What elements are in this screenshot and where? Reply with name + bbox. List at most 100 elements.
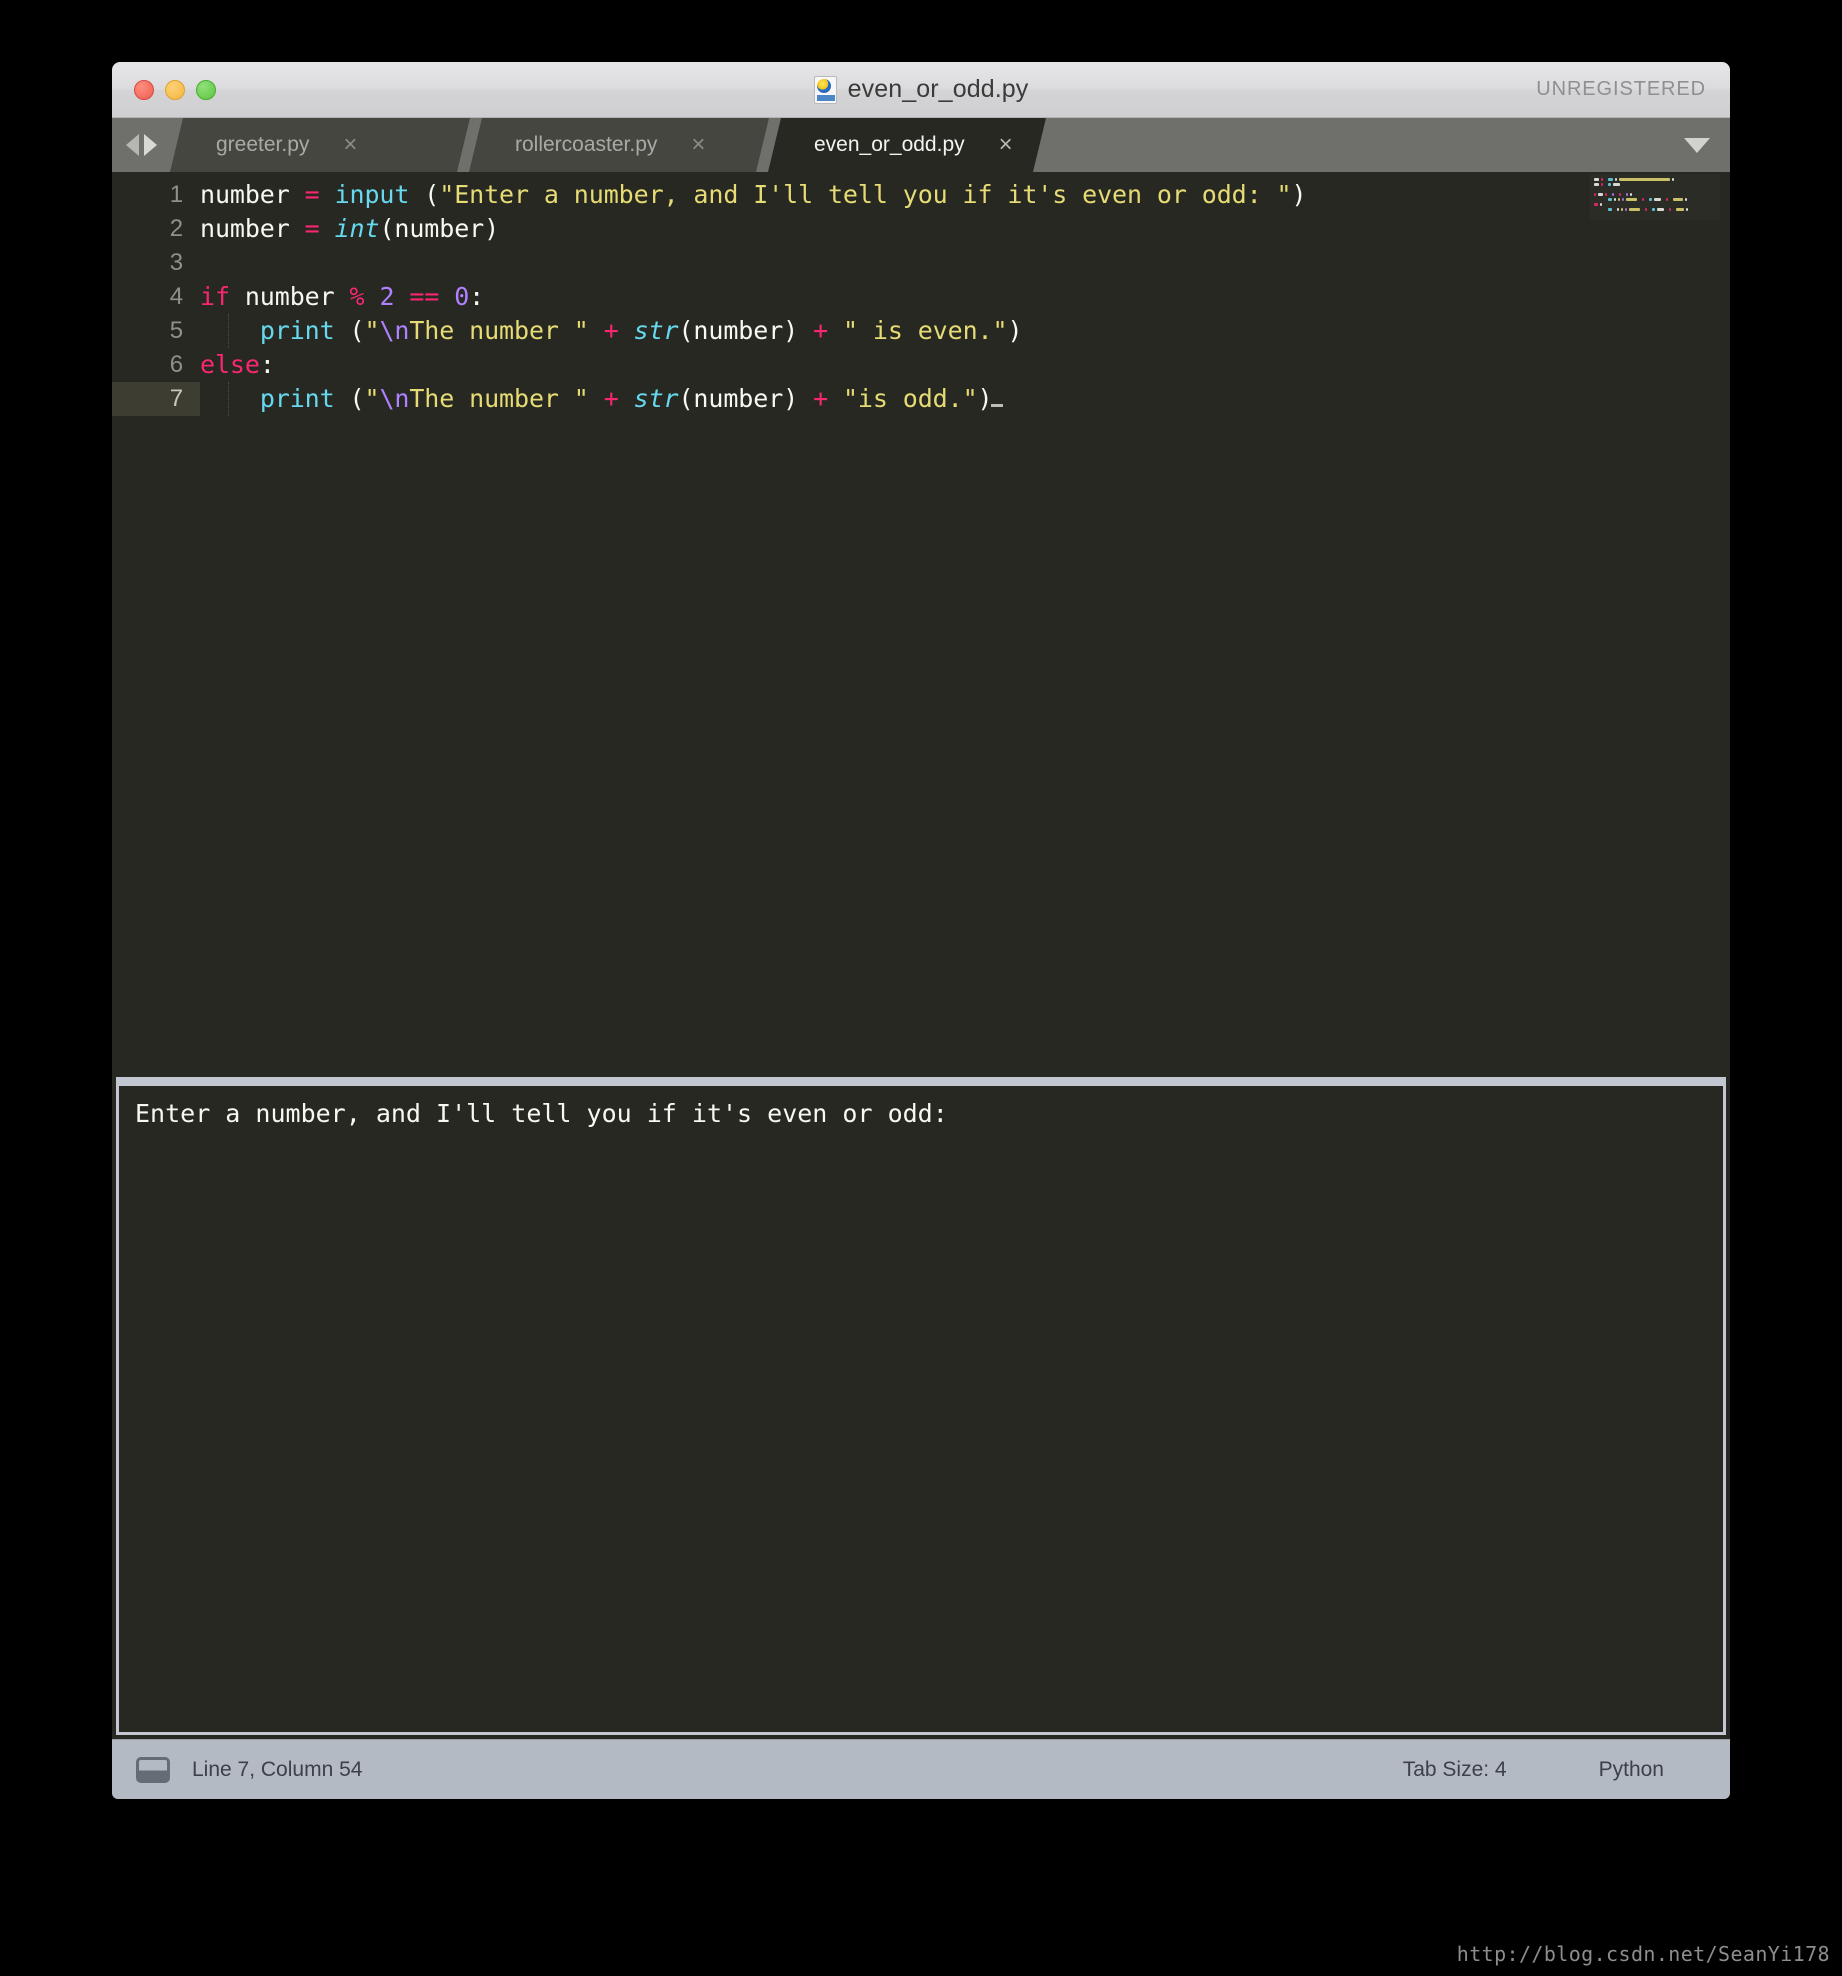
code-token: 2 xyxy=(379,282,395,311)
next-tab-arrow-icon[interactable] xyxy=(143,134,157,156)
tab-even-or-odd-py[interactable]: even_or_odd.py × xyxy=(768,118,1046,172)
previous-tab-arrow-icon[interactable] xyxy=(125,134,139,156)
tab-overflow-menu-button[interactable] xyxy=(1664,118,1730,172)
code-line[interactable]: 5 print ("\nThe number " + str(number) +… xyxy=(112,314,1730,348)
minimap-token xyxy=(1668,208,1671,211)
tab-bar: greeter.py × rollercoaster.py × even_or_… xyxy=(112,118,1730,172)
tab-size-label[interactable]: Tab Size: 4 xyxy=(1403,1758,1507,1782)
code-line[interactable]: 2 number = int(number) xyxy=(112,212,1730,246)
minimap-token xyxy=(1625,208,1628,211)
code-token: The number " xyxy=(409,316,589,345)
code-line[interactable]: 4 if number % 2 == 0: xyxy=(112,280,1730,314)
code-token: ) xyxy=(1291,180,1307,209)
code-token: 0 xyxy=(454,282,470,311)
code-token: number xyxy=(200,180,305,209)
code-line[interactable]: 1 number = input ("Enter a number, and I'… xyxy=(112,178,1730,212)
code-token: = xyxy=(304,214,320,243)
minimap-token xyxy=(1672,198,1683,201)
minimap-token xyxy=(1605,193,1608,196)
minimap-token xyxy=(1675,208,1684,211)
window-controls xyxy=(134,79,216,100)
line-number: 5 xyxy=(169,317,183,344)
code-token: \n xyxy=(379,384,410,413)
code-line-text: print ("\nThe number " + str(number) + "… xyxy=(200,382,1004,416)
minimap-token xyxy=(1617,208,1620,211)
minimap-token xyxy=(1601,178,1604,181)
code-token: : xyxy=(469,282,485,311)
tab-greeter-py[interactable]: greeter.py × xyxy=(170,118,470,172)
minimap-token xyxy=(1684,198,1687,201)
code-lines-container[interactable]: 1 number = input ("Enter a number, and I'… xyxy=(112,172,1730,1071)
code-token: "is odd." xyxy=(842,384,978,413)
minimap-token xyxy=(1614,198,1617,201)
tab-close-icon[interactable]: × xyxy=(309,133,395,157)
minimap-line xyxy=(1592,207,1720,212)
minimap-token xyxy=(1651,208,1655,211)
indent-guide xyxy=(228,314,229,348)
console-panel-wrapper: Enter a number, and I'll tell you if it'… xyxy=(112,1071,1730,1739)
minimap-token xyxy=(1594,203,1598,206)
indent-guide xyxy=(228,382,229,416)
minimap-token xyxy=(1656,208,1664,211)
line-number: 7 xyxy=(112,382,200,416)
tab-close-icon[interactable]: × xyxy=(965,133,1051,157)
minimap-token xyxy=(1613,183,1621,186)
code-line-text: number = input ("Enter a number, and I'l… xyxy=(200,178,1307,212)
tab-label: even_or_odd.py xyxy=(814,133,965,156)
minimap-token xyxy=(1619,193,1622,196)
minimap-token xyxy=(1648,198,1652,201)
code-token: (number) xyxy=(678,384,799,413)
minimap-token xyxy=(1621,208,1624,211)
code-line[interactable]: 7 print ("\nThe number " + str(number) +… xyxy=(112,382,1730,416)
zoom-window-button[interactable] xyxy=(196,79,216,100)
code-token: if xyxy=(200,282,230,311)
code-token: " is even." xyxy=(842,316,1008,345)
chevron-down-icon[interactable] xyxy=(1684,137,1710,153)
code-token: str xyxy=(633,316,679,345)
tab-close-icon[interactable]: × xyxy=(657,133,743,157)
minimap-token xyxy=(1644,208,1647,211)
tab-rollercoaster-py[interactable]: rollercoaster.py × xyxy=(469,118,769,172)
console-output[interactable]: Enter a number, and I'll tell you if it'… xyxy=(116,1077,1726,1735)
code-token: \n xyxy=(379,316,410,345)
code-token: : xyxy=(259,350,275,379)
code-token: number xyxy=(200,214,305,243)
code-token: + xyxy=(813,316,829,345)
code-token: int xyxy=(334,214,380,243)
minimap-token xyxy=(1685,208,1688,211)
close-window-button[interactable] xyxy=(134,79,154,100)
text-cursor xyxy=(991,404,1004,407)
code-token: print xyxy=(259,316,335,345)
code-token: ) xyxy=(1007,316,1023,345)
toggle-console-icon[interactable] xyxy=(136,1756,170,1783)
tab-label: rollercoaster.py xyxy=(515,133,658,156)
tab-navigation-arrows[interactable] xyxy=(112,118,170,172)
line-number: 3 xyxy=(169,249,183,276)
minimize-window-button[interactable] xyxy=(165,79,185,100)
code-token: input xyxy=(334,180,410,209)
minimap-token xyxy=(1614,178,1617,181)
code-token: else xyxy=(200,350,260,379)
minimap-token xyxy=(1608,178,1613,181)
code-token: number xyxy=(229,282,350,311)
code-token: " xyxy=(364,316,380,345)
syntax-label[interactable]: Python xyxy=(1599,1758,1664,1782)
code-token: ( xyxy=(334,316,365,345)
minimap-token xyxy=(1612,193,1615,196)
code-line[interactable]: 3 xyxy=(112,246,1730,280)
code-token: "Enter a number, and I'll tell you if it… xyxy=(439,180,1292,209)
code-minimap[interactable] xyxy=(1590,174,1720,220)
code-token: = xyxy=(304,180,320,209)
code-editor[interactable]: 1 number = input ("Enter a number, and I'… xyxy=(112,172,1730,1071)
code-line[interactable]: 6 else: xyxy=(112,348,1730,382)
cursor-position-label[interactable]: Line 7, Column 54 xyxy=(192,1758,362,1782)
code-token: (number) xyxy=(678,316,799,345)
